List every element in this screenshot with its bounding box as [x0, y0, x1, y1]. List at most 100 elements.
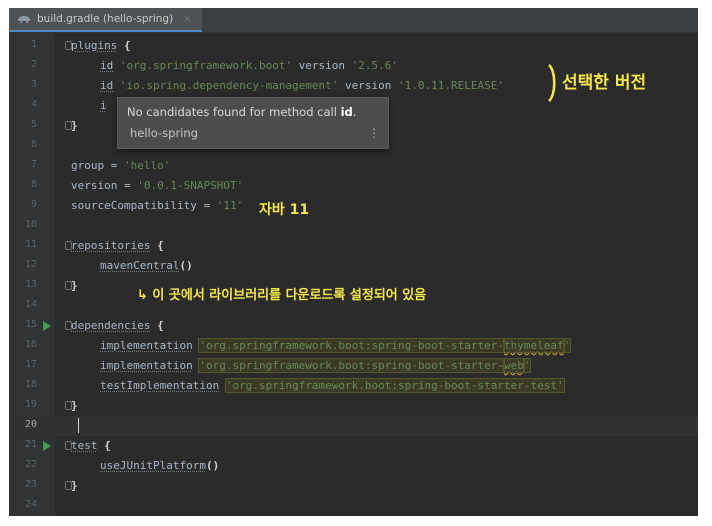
code-token: 'org.springframework.boot:spring-boot-st… [198, 338, 505, 353]
annotation-selected-version: 선택한 버전 [562, 73, 647, 93]
code-token: test [71, 439, 98, 452]
line-number: 24 [24, 499, 37, 510]
code-text: group = 'hello' [71, 159, 170, 173]
line-number: 5 [30, 119, 37, 130]
code-token: { [150, 319, 164, 332]
code-text: mavenCentral() [100, 259, 193, 273]
code-token: { [117, 39, 131, 52]
code-line[interactable]: 10 [9, 216, 698, 236]
code-token: '2.5.6' [351, 59, 399, 72]
gradle-elephant-icon [18, 16, 30, 23]
line-number: 14 [24, 299, 37, 310]
code-token: version [338, 79, 399, 92]
line-number: 4 [30, 99, 37, 110]
code-token: '1.0.11.RELEASE' [398, 79, 504, 92]
code-token: ' [562, 338, 572, 353]
code-line[interactable]: 23} [9, 476, 698, 496]
popup-message: No candidates found for method call id. [127, 105, 357, 119]
close-icon[interactable]: × [183, 14, 191, 25]
tab-title: build.gradle (hello-spring) [37, 13, 174, 25]
code-token: '0.0.1-SNAPSHOT' [137, 179, 244, 192]
line-number: 23 [24, 479, 37, 490]
code-line[interactable]: 19} [9, 396, 698, 416]
code-token: 'org.springframework.boot' [119, 59, 293, 72]
line-number: 1 [30, 39, 37, 50]
code-token: implementation [100, 339, 193, 352]
code-token: 'io.spring.dependency-management' [119, 79, 339, 92]
code-token: version = [71, 179, 138, 192]
code-text: version = '0.0.1-SNAPSHOT' [71, 179, 243, 193]
run-gutter-icon[interactable] [43, 441, 51, 451]
line-number: 9 [30, 199, 37, 210]
code-token: group = [71, 159, 124, 172]
popup-context: hello-spring [130, 126, 198, 140]
code-token: plugins [71, 39, 118, 52]
code-line[interactable]: 12 mavenCentral() [9, 256, 698, 276]
editor-tab-bar: build.gradle (hello-spring) × [9, 8, 698, 33]
code-text: id 'io.spring.dependency-management' ver… [100, 79, 504, 93]
code-token: 'org.springframework.boot:spring-boot-st… [198, 358, 505, 373]
inspection-popup: No candidates found for method call id. … [117, 97, 389, 149]
code-line[interactable]: 1 plugins { [9, 36, 698, 56]
code-line[interactable]: 21 test { [9, 436, 698, 456]
line-number: 18 [24, 379, 37, 390]
code-token: sourceCompatibility = [71, 199, 217, 212]
code-line[interactable]: 20 [9, 416, 698, 436]
code-text: useJUnitPlatform() [100, 459, 219, 473]
line-number: 22 [24, 459, 37, 470]
code-line[interactable]: 18 testImplementation 'org.springframewor… [9, 376, 698, 396]
code-line[interactable]: 9 sourceCompatibility = '11' [9, 196, 698, 216]
code-line[interactable]: 17 implementation 'org.springframework.bo… [9, 356, 698, 376]
code-token: 'hello' [123, 159, 171, 172]
text-caret [78, 418, 79, 433]
line-number: 3 [30, 79, 37, 90]
annotation-java-version: 자바 11 [259, 202, 310, 218]
code-token: id [100, 79, 114, 92]
line-number: 15 [24, 319, 37, 330]
code-line[interactable]: 15 dependencies { [9, 316, 698, 336]
code-line[interactable]: 24 [9, 496, 698, 516]
code-line[interactable]: 16 implementation 'org.springframework.bo… [9, 336, 698, 356]
code-text: sourceCompatibility = '11' [71, 199, 243, 213]
code-token: implementation [100, 359, 193, 372]
code-token: i [100, 99, 107, 112]
line-number: 12 [24, 259, 37, 270]
code-token: ' [522, 358, 532, 373]
code-token: } [71, 399, 78, 412]
more-options-icon[interactable]: ⋮ [368, 126, 380, 140]
line-number: 7 [30, 159, 37, 170]
code-token: { [97, 439, 111, 452]
code-text: } [71, 479, 78, 493]
annotation-bracket [548, 64, 556, 102]
tab-build-gradle[interactable]: build.gradle (hello-spring) × [9, 8, 202, 32]
code-text: } [71, 279, 78, 293]
code-token: id [100, 59, 114, 72]
code-line[interactable]: 11 repositories { [9, 236, 698, 256]
code-text: id 'org.springframework.boot' version '2… [100, 59, 398, 73]
code-token: testImplementation [100, 379, 220, 392]
code-text: implementation 'org.springframework.boot… [100, 338, 572, 353]
run-gutter-icon[interactable] [43, 321, 51, 331]
code-token: () [205, 459, 220, 472]
code-text: test { [71, 439, 111, 453]
code-line[interactable]: 22 useJUnitPlatform() [9, 456, 698, 476]
code-token: { [150, 239, 164, 252]
code-line[interactable]: 7 group = 'hello' [9, 156, 698, 176]
code-text: dependencies { [71, 319, 164, 333]
code-line[interactable]: 8 version = '0.0.1-SNAPSHOT' [9, 176, 698, 196]
code-token: useJUnitPlatform [100, 459, 206, 472]
code-token: thymeleaf [502, 338, 565, 353]
code-text: implementation 'org.springframework.boot… [100, 358, 532, 373]
line-number: 16 [24, 339, 37, 350]
line-number: 11 [24, 239, 37, 250]
code-token: } [71, 279, 78, 292]
line-number: 21 [24, 439, 37, 450]
line-number: 20 [24, 419, 37, 430]
line-number: 19 [24, 399, 37, 410]
code-token: '11' [216, 199, 244, 212]
code-text: repositories { [71, 239, 164, 253]
code-token: 'org.springframework.boot:spring-boot-st… [224, 378, 565, 393]
code-token: repositories [71, 239, 151, 252]
